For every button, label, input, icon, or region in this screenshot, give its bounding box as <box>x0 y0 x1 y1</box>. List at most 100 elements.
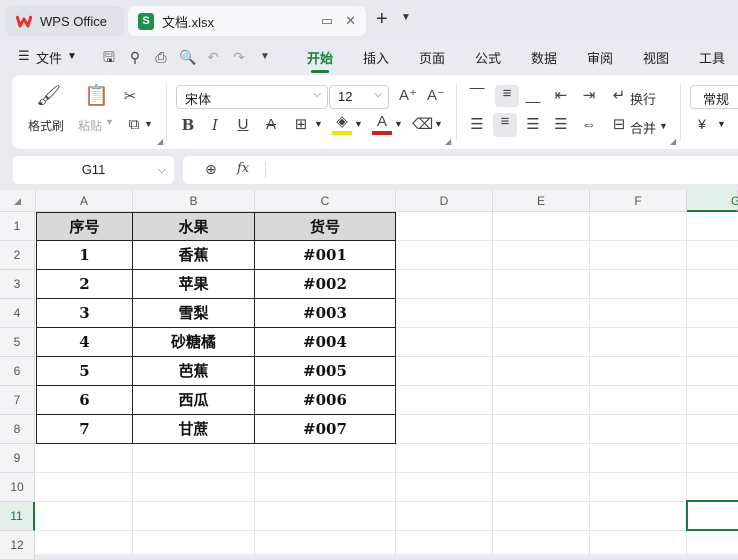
row-header[interactable]: 10 <box>0 473 35 502</box>
grid-cell[interactable] <box>396 357 493 386</box>
grid-cell[interactable] <box>493 444 590 473</box>
grid-cell[interactable] <box>493 386 590 415</box>
grid-cell[interactable] <box>396 386 493 415</box>
fill-color-icon[interactable]: ◈ <box>332 113 352 135</box>
grid-cell[interactable] <box>133 473 255 502</box>
underline-icon[interactable]: U <box>233 116 253 134</box>
table-cell[interactable]: 6 <box>36 386 133 415</box>
grid-cell[interactable] <box>493 270 590 299</box>
undo-icon[interactable]: ↶ <box>205 49 221 65</box>
tab-formula[interactable]: 公式 <box>475 48 501 67</box>
number-format-select[interactable]: 常规 <box>690 85 738 109</box>
name-box[interactable]: G11 ⌵ <box>13 156 174 184</box>
row-header[interactable]: 3 <box>0 270 35 299</box>
table-cell[interactable]: #007 <box>255 415 396 444</box>
grid-cell[interactable] <box>493 415 590 444</box>
eraser-icon[interactable]: ⌫ <box>412 116 433 134</box>
row-header[interactable]: 6 <box>0 357 35 386</box>
grid-cell[interactable] <box>590 415 687 444</box>
font-name-select[interactable]: 宋体 ⌵ <box>176 85 328 109</box>
font-color-icon[interactable]: A <box>372 113 392 135</box>
file-dropdown-icon[interactable]: ▼ <box>67 51 77 62</box>
grid-cell[interactable] <box>687 386 738 415</box>
print-preview-icon[interactable]: 🔍 <box>179 49 196 65</box>
table-header-cell[interactable]: 货号 <box>255 212 396 241</box>
table-cell[interactable]: 2 <box>36 270 133 299</box>
menu-file[interactable]: 文件 <box>36 48 62 67</box>
increase-font-icon[interactable]: A⁺ <box>398 87 418 105</box>
table-cell[interactable]: #004 <box>255 328 396 357</box>
increase-indent-icon[interactable]: ⇥ <box>579 87 599 105</box>
grid-cell[interactable] <box>493 212 590 241</box>
grid-cell[interactable] <box>687 270 738 299</box>
grid-cell[interactable] <box>493 502 590 531</box>
grid-cell[interactable] <box>255 473 396 502</box>
grid-cell[interactable] <box>687 473 738 502</box>
grid-cell[interactable] <box>493 299 590 328</box>
grid-cell[interactable] <box>255 502 396 531</box>
paste-icon[interactable]: 📋 <box>84 86 109 106</box>
distributed-icon[interactable]: ⇔ <box>579 116 599 134</box>
column-header[interactable]: C <box>255 190 396 212</box>
grid-cell[interactable] <box>493 357 590 386</box>
row-header[interactable]: 11 <box>0 502 35 531</box>
grid-cell[interactable] <box>493 473 590 502</box>
border-dropdown-icon[interactable]: ▼ <box>314 119 323 129</box>
grid-cell[interactable] <box>396 473 493 502</box>
grid-cell[interactable] <box>590 212 687 241</box>
window-mode-icon[interactable]: ▭ <box>321 13 333 29</box>
grid-cell[interactable] <box>255 531 396 560</box>
grid-cell[interactable] <box>590 531 687 560</box>
grid-cell[interactable] <box>396 531 493 560</box>
save-icon[interactable]: 🖫 <box>101 49 117 65</box>
grid-cell[interactable] <box>590 357 687 386</box>
grid-cell[interactable] <box>493 531 590 560</box>
table-cell[interactable]: 西瓜 <box>133 386 255 415</box>
copy-dropdown-icon[interactable]: ▼ <box>144 119 153 129</box>
column-header[interactable]: D <box>396 190 493 212</box>
table-header-cell[interactable]: 序号 <box>36 212 133 241</box>
align-left-icon[interactable]: ☰ <box>467 116 487 134</box>
column-header[interactable]: E <box>493 190 590 212</box>
grid-cell[interactable] <box>590 386 687 415</box>
tab-view[interactable]: 视图 <box>643 48 669 67</box>
table-cell[interactable]: 苹果 <box>133 270 255 299</box>
grid-cell[interactable] <box>396 241 493 270</box>
new-tab-icon[interactable]: + <box>376 9 388 29</box>
grid-cell[interactable] <box>590 299 687 328</box>
grid-cell[interactable] <box>687 444 738 473</box>
zoom-icon[interactable]: ⊕ <box>205 161 217 178</box>
currency-icon[interactable]: ¥ <box>698 116 706 132</box>
share-icon[interactable]: ⚲ <box>127 49 143 65</box>
row-header[interactable]: 8 <box>0 415 35 444</box>
paste-label[interactable]: 粘贴 <box>78 117 102 134</box>
align-right-icon[interactable]: ☰ <box>523 116 543 134</box>
currency-dropdown-icon[interactable]: ▼ <box>717 119 726 129</box>
close-tab-icon[interactable]: ✕ <box>345 13 356 29</box>
grid-cell[interactable] <box>493 328 590 357</box>
grid-cell[interactable] <box>687 357 738 386</box>
merge-dropdown-icon[interactable]: ▼ <box>659 121 668 131</box>
font-expand-icon[interactable]: ◢ <box>445 137 451 146</box>
grid-cell[interactable] <box>687 212 738 241</box>
grid-cell[interactable] <box>590 241 687 270</box>
row-header[interactable]: 7 <box>0 386 35 415</box>
grid-cell[interactable] <box>493 241 590 270</box>
grid-cell[interactable] <box>255 444 396 473</box>
grid-cell[interactable] <box>590 270 687 299</box>
tab-start[interactable]: 开始 <box>307 48 333 73</box>
hamburger-icon[interactable]: ☰ <box>18 48 30 64</box>
column-header-selected[interactable]: G <box>687 190 738 212</box>
selected-cell[interactable] <box>686 500 738 531</box>
row-header[interactable]: 5 <box>0 328 35 357</box>
row-header[interactable]: 2 <box>0 241 35 270</box>
row-header[interactable]: 1 <box>0 212 35 241</box>
grid-cell[interactable] <box>590 502 687 531</box>
grid-cell[interactable] <box>687 241 738 270</box>
paste-dropdown-icon[interactable]: ▼ <box>105 117 114 127</box>
table-cell[interactable]: 1 <box>36 241 133 270</box>
grid-cell[interactable] <box>396 328 493 357</box>
formula-input[interactable]: ⊕ fx <box>183 156 738 184</box>
grid-cell[interactable] <box>687 328 738 357</box>
tab-data[interactable]: 数据 <box>531 48 557 67</box>
